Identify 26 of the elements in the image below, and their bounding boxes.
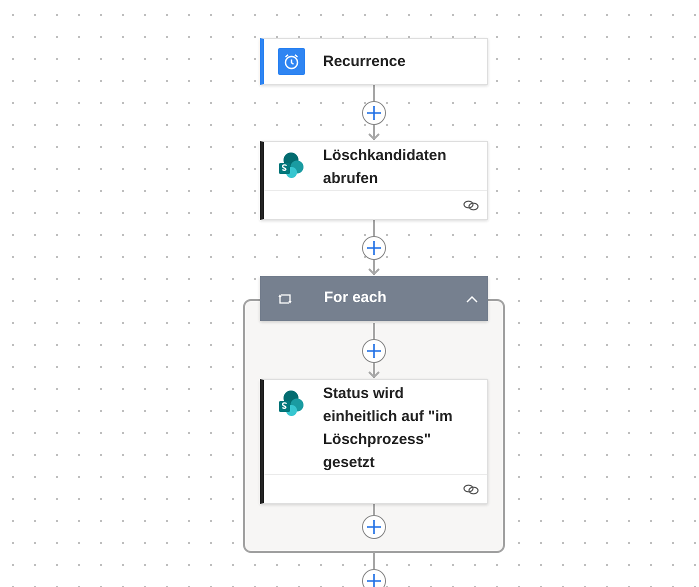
step-title: Löschkandidaten abrufen	[323, 146, 448, 189]
link-icon	[463, 200, 479, 210]
alarm-clock-icon	[278, 48, 305, 75]
add-step-button[interactable]	[362, 236, 386, 260]
chevron-up-icon[interactable]	[466, 294, 478, 302]
plus-icon	[366, 573, 382, 587]
sharepoint-icon	[278, 390, 305, 417]
action-card[interactable]: Löschkandidaten abrufen	[260, 141, 488, 220]
plus-icon	[366, 240, 382, 256]
action-card[interactable]: Status wird einheitlich auf "im Löschprozess" gesetzt	[260, 379, 488, 504]
plus-icon	[366, 343, 382, 359]
link-icon	[463, 484, 479, 494]
add-step-button[interactable]	[362, 515, 386, 539]
step-title: Status wird einheitlich auf "im Löschprozess" gesetzt	[323, 384, 454, 473]
loop-title: For each	[324, 288, 387, 308]
plus-icon	[366, 105, 382, 121]
loop-header[interactable]: For each	[260, 276, 488, 321]
trigger-card[interactable]: Recurrence	[260, 38, 488, 85]
plus-icon	[366, 519, 382, 535]
loop-icon	[278, 292, 292, 304]
connector-line	[373, 504, 375, 515]
step-title: Recurrence	[323, 52, 407, 72]
sharepoint-icon	[278, 152, 305, 179]
add-step-button[interactable]	[362, 101, 386, 125]
add-step-button[interactable]	[362, 569, 386, 587]
add-step-button[interactable]	[362, 339, 386, 363]
